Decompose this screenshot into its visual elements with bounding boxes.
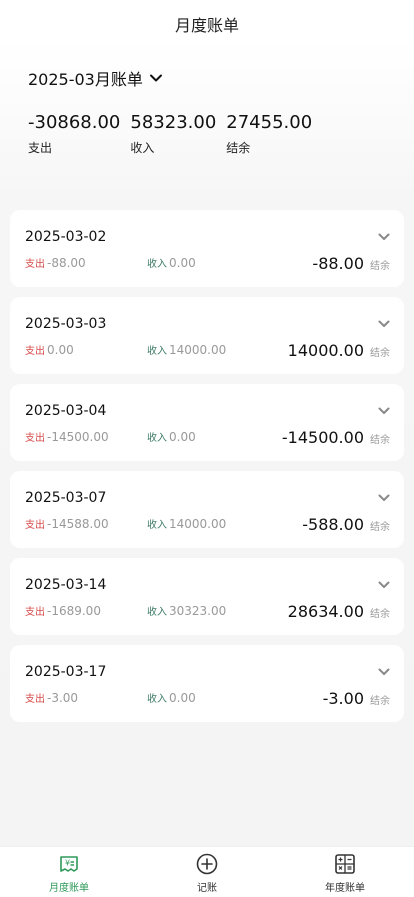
day-income: 收入 30323.00 [147, 603, 226, 618]
month-summary: -30868.00 支出 58323.00 收入 27455.00 结余 [28, 112, 322, 156]
day-balance: 14000.00 结余 [288, 341, 390, 360]
income-value: 0.00 [169, 256, 196, 270]
monthly-bill-icon: ¥ [60, 856, 78, 872]
summary-expense-value: -30868.00 [28, 112, 121, 133]
day-balance: -3.00 结余 [323, 689, 390, 708]
income-value: 0.00 [169, 691, 196, 705]
day-income: 收入 0.00 [147, 690, 196, 705]
income-label: 收入 [147, 694, 167, 705]
balance-value: -588.00 [302, 515, 364, 534]
day-balance: -588.00 结余 [302, 515, 390, 534]
day-date: 2025-03-04 [25, 403, 107, 419]
day-expense: 支出 -1689.00 [25, 603, 101, 618]
income-label: 收入 [147, 520, 167, 531]
bottom-tab-bar: ¥ 月度账单 记账 年度账单 [0, 846, 414, 897]
day-date: 2025-03-17 [25, 664, 107, 680]
day-date: 2025-03-03 [25, 316, 107, 332]
day-balance: -14500.00 结余 [282, 428, 390, 447]
balance-label: 结余 [370, 261, 390, 272]
day-income: 收入 14000.00 [147, 516, 226, 531]
add-circle-icon [196, 853, 218, 875]
income-label: 收入 [147, 607, 167, 618]
month-selector[interactable]: 2025-03月账单 [28, 66, 163, 90]
income-value: 14000.00 [169, 343, 227, 357]
calculator-icon [335, 854, 355, 874]
tab-label: 月度账单 [49, 883, 89, 894]
tab-label: 年度账单 [325, 883, 365, 894]
day-card[interactable]: 2025-03-17 支出 -3.00 收入 0.00 -3.00 结余 [10, 645, 404, 722]
summary-income-label: 收入 [130, 141, 155, 155]
summary-income: 58323.00 收入 [130, 112, 216, 156]
chevron-down-icon[interactable] [378, 579, 390, 591]
expense-value: -14588.00 [47, 517, 109, 531]
balance-label: 结余 [370, 348, 390, 359]
chevron-down-icon[interactable] [378, 405, 390, 417]
income-value: 14000.00 [169, 517, 227, 531]
tab-yearly-bill[interactable]: 年度账单 [276, 847, 414, 897]
day-date: 2025-03-07 [25, 490, 107, 506]
summary-expense-label: 支出 [28, 141, 53, 155]
expense-label: 支出 [25, 520, 45, 531]
summary-balance-value: 27455.00 [226, 112, 313, 133]
day-date: 2025-03-02 [25, 229, 107, 245]
income-value: 0.00 [169, 430, 196, 444]
expense-value: -88.00 [47, 256, 86, 270]
chevron-down-icon[interactable] [378, 492, 390, 504]
income-label: 收入 [147, 346, 167, 357]
summary-income-value: 58323.00 [130, 112, 217, 133]
balance-label: 结余 [370, 609, 390, 620]
balance-label: 结余 [370, 435, 390, 446]
balance-value: -14500.00 [281, 428, 364, 447]
chevron-down-icon[interactable] [378, 666, 390, 678]
income-label: 收入 [147, 433, 167, 444]
expense-label: 支出 [25, 346, 45, 357]
summary-balance: 27455.00 结余 [226, 112, 312, 156]
balance-label: 结余 [370, 522, 390, 533]
income-value: 30323.00 [169, 604, 227, 618]
day-expense: 支出 -14588.00 [25, 516, 109, 531]
expense-value: -14500.00 [47, 430, 109, 444]
summary-expense: -30868.00 支出 [28, 112, 120, 156]
day-balance: -88.00 结余 [312, 254, 390, 273]
page-title: 月度账单 [174, 16, 239, 35]
day-income: 收入 0.00 [147, 429, 196, 444]
balance-value: 14000.00 [287, 341, 364, 360]
day-income: 收入 0.00 [147, 255, 196, 270]
balance-value: 28634.00 [287, 602, 364, 621]
balance-value: -88.00 [312, 254, 364, 273]
tab-label: 记账 [197, 883, 217, 894]
day-card[interactable]: 2025-03-04 支出 -14500.00 收入 0.00 -14500.00 结… [10, 384, 404, 461]
day-card[interactable]: 2025-03-14 支出 -1689.00 收入 30323.00 28634.0… [10, 558, 404, 635]
summary-balance-label: 结余 [226, 141, 251, 155]
expense-label: 支出 [25, 694, 45, 705]
expense-value: -3.00 [47, 691, 79, 705]
day-expense: 支出 -14500.00 [25, 429, 109, 444]
day-date: 2025-03-14 [25, 577, 107, 593]
day-card[interactable]: 2025-03-07 支出 -14588.00 收入 14000.00 -588.0… [10, 471, 404, 548]
day-card[interactable]: 2025-03-03 支出 0.00 收入 14000.00 14000.00 结余 [10, 297, 404, 374]
day-expense: 支出 0.00 [25, 342, 74, 357]
day-expense: 支出 -3.00 [25, 690, 78, 705]
day-card[interactable]: 2025-03-02 支出 -88.00 收入 0.00 -88.00 结余 [10, 210, 404, 287]
chevron-down-icon[interactable] [378, 231, 390, 243]
expense-label: 支出 [25, 607, 45, 618]
income-label: 收入 [147, 259, 167, 270]
daily-bill-list: 2025-03-02 支出 -88.00 收入 0.00 -88.00 结余 2025… [10, 210, 404, 732]
balance-label: 结余 [370, 696, 390, 707]
expense-value: 0.00 [47, 343, 74, 357]
tab-monthly-bill[interactable]: ¥ 月度账单 [0, 847, 138, 897]
expense-label: 支出 [25, 259, 45, 270]
day-balance: 28634.00 结余 [288, 602, 390, 621]
expense-label: 支出 [25, 433, 45, 444]
day-income: 收入 14000.00 [147, 342, 226, 357]
balance-value: -3.00 [322, 689, 364, 708]
expense-value: -1689.00 [47, 604, 101, 618]
month-label: 2025-03月账单 [28, 70, 143, 89]
chevron-down-icon [149, 74, 162, 82]
chevron-down-icon[interactable] [378, 318, 390, 330]
svg-text:¥: ¥ [65, 859, 70, 868]
tab-record[interactable]: 记账 [138, 847, 276, 897]
day-expense: 支出 -88.00 [25, 255, 86, 270]
